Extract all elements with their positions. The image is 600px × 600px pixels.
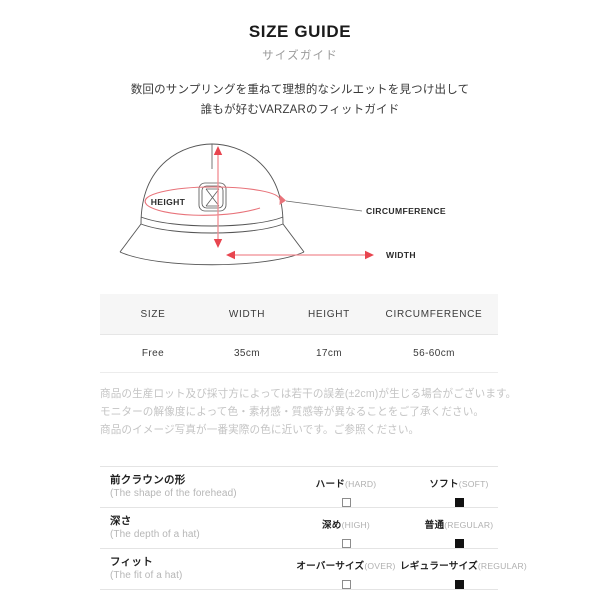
column-header-width: WIDTH <box>206 294 288 335</box>
height-arrow-head-bottom <box>213 239 223 248</box>
attribute-row-hat-fit: フィット (The fit of a hat) オーバーサイズ(OVER) レギ… <box>100 549 527 590</box>
bucket-hat-illustration <box>119 143 305 266</box>
lead-paragraph: 数回のサンプリングを重ねて理想的なシルエットを見つけ出して 誰もが好むVARZA… <box>0 80 600 120</box>
lead-line-2: 誰もが好むVARZARのフィットガイド <box>200 104 400 117</box>
page-subtitle: サイズガイド <box>262 50 338 63</box>
hat-diagram-svg: HEIGHT WIDTH CIRCUMFERENCE <box>119 143 446 266</box>
size-table-header-row: SIZE WIDTH HEIGHT CIRCUMFERENCE <box>100 294 498 335</box>
option-regular-size-checkbox[interactable] <box>454 580 464 589</box>
option-regular-depth-label: 普通(REGULAR) <box>424 520 494 531</box>
disclaimer-notes: 商品の生産ロット及び採寸方によっては若干の誤差(±2cm)が生じる場合がございま… <box>100 385 517 440</box>
attribute-name-jp: 前クラウンの形 <box>110 474 186 486</box>
note-line-2: モニターの解像度によって色・素材感・質感等が異なることをご了承ください。 <box>100 406 485 419</box>
attribute-label-group: 前クラウンの形 (The shape of the forehead) <box>110 473 237 501</box>
option-soft-label: ソフト(SOFT) <box>429 479 489 490</box>
option-oversize-checkbox[interactable] <box>341 580 351 589</box>
size-table: SIZE WIDTH HEIGHT CIRCUMFERENCE Free 35c… <box>100 294 498 373</box>
option-soft-checkbox[interactable] <box>454 498 464 507</box>
option-oversize[interactable]: オーバーサイズ(OVER) <box>290 556 402 589</box>
option-regular-size[interactable]: レギュラーサイズ(REGULAR) <box>400 556 527 589</box>
size-guide-page: SIZE GUIDE サイズガイド 数回のサンプリングを重ねて理想的なシルエット… <box>0 0 600 600</box>
circumference-arrow-head <box>279 195 286 205</box>
width-arrow-head-left <box>226 250 235 260</box>
note-line-1: 商品の生産ロット及び採寸方によっては若干の誤差(±2cm)が生じる場合がございま… <box>100 388 517 400</box>
attribute-name-en: (The shape of the forehead) <box>110 488 237 500</box>
table-row: Free 35cm 17cm 56-60cm <box>100 334 498 373</box>
cell-circumference: 56-60cm <box>370 334 498 373</box>
circumference-label: CIRCUMFERENCE <box>366 206 446 216</box>
size-table-head: SIZE WIDTH HEIGHT CIRCUMFERENCE <box>100 294 498 335</box>
column-header-circumference: CIRCUMFERENCE <box>370 294 498 335</box>
cell-size: Free <box>100 334 206 373</box>
attribute-label-group: フィット (The fit of a hat) <box>110 555 182 583</box>
column-header-height: HEIGHT <box>288 294 370 335</box>
option-hard[interactable]: ハード(HARD) <box>290 474 402 507</box>
option-regular-depth-checkbox[interactable] <box>454 539 464 548</box>
width-label: WIDTH <box>386 250 416 260</box>
option-regular-size-label: レギュラーサイズ(REGULAR) <box>400 561 527 572</box>
option-hard-checkbox[interactable] <box>341 498 351 507</box>
cell-width: 35cm <box>206 334 288 373</box>
attribute-name-jp: フィット <box>110 556 153 568</box>
hat-measurement-diagram: HEIGHT WIDTH CIRCUMFERENCE <box>100 132 500 282</box>
attribute-name-jp: 深さ <box>110 515 132 527</box>
option-regular-depth[interactable]: 普通(REGULAR) <box>400 515 518 548</box>
size-table-body: Free 35cm 17cm 56-60cm <box>100 334 498 373</box>
attribute-row-hat-depth: 深さ (The depth of a hat) 深め(HIGH) 普通(REGU… <box>100 508 498 549</box>
cell-height: 17cm <box>288 334 370 373</box>
option-soft[interactable]: ソフト(SOFT) <box>400 474 518 507</box>
attribute-label-group: 深さ (The depth of a hat) <box>110 514 200 542</box>
attribute-list: 前クラウンの形 (The shape of the forehead) ハード(… <box>100 466 527 590</box>
note-line-3: 商品のイメージ写真が一番実際の色に近いです。ご参照ください。 <box>100 424 420 437</box>
height-arrow-head-top <box>213 146 223 155</box>
option-high-label: 深め(HIGH) <box>321 520 370 531</box>
lead-line-1: 数回のサンプリングを重ねて理想的なシルエットを見つけ出して <box>130 84 470 96</box>
option-oversize-label: オーバーサイズ(OVER) <box>296 561 396 572</box>
option-high[interactable]: 深め(HIGH) <box>290 515 402 548</box>
height-label: HEIGHT <box>151 197 186 207</box>
column-header-size: SIZE <box>100 294 206 335</box>
attribute-name-en: (The depth of a hat) <box>110 529 200 541</box>
option-high-checkbox[interactable] <box>341 539 351 548</box>
attribute-name-en: (The fit of a hat) <box>110 570 183 582</box>
attribute-row-forehead-shape: 前クラウンの形 (The shape of the forehead) ハード(… <box>100 467 498 508</box>
option-hard-label: ハード(HARD) <box>315 479 377 490</box>
width-arrow-head-right <box>365 250 374 260</box>
page-header: SIZE GUIDE サイズガイド <box>0 22 600 64</box>
circumference-leader-line <box>285 200 363 212</box>
page-title: SIZE GUIDE <box>248 22 352 41</box>
